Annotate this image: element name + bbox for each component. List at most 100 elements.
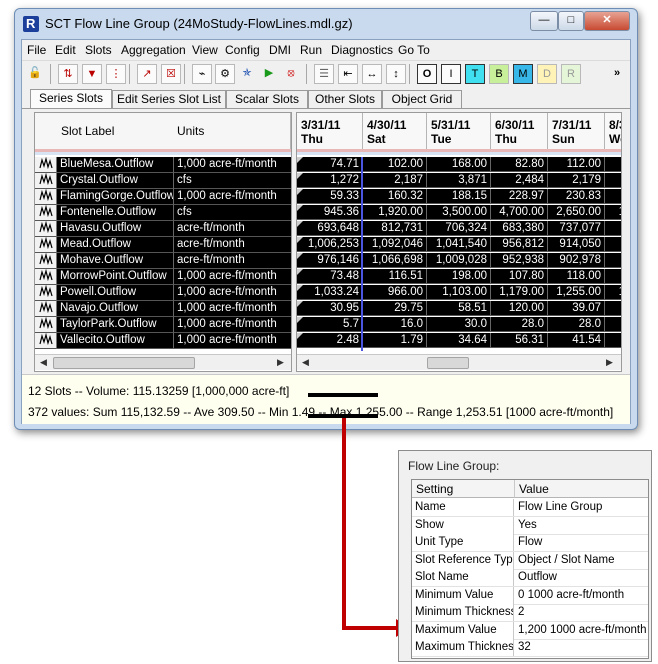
slot-label-cell[interactable]: Fontenelle.Outflow: [57, 205, 173, 221]
slot-row[interactable]: Navajo.Outflow 1,000 acre-ft/month: [35, 301, 291, 317]
columns-icon[interactable]: ☰: [314, 64, 334, 84]
series-value-cell[interactable]: 2,187: [363, 173, 427, 188]
series-value-cell[interactable]: 28.0: [491, 317, 548, 332]
series-value-cell[interactable]: 1.79: [363, 333, 427, 348]
fit-width-icon[interactable]: ⇤: [338, 64, 358, 84]
swap-slots-icon[interactable]: ⇅: [58, 64, 78, 84]
series-value-cell[interactable]: 2,484: [491, 173, 548, 188]
series-value-cell[interactable]: 1,033.24: [297, 285, 363, 300]
scroll-right-icon[interactable]: ▶: [274, 356, 287, 369]
setting-value[interactable]: 0 1000 acre-ft/month: [515, 587, 648, 604]
series-value-cell[interactable]: 188.15: [427, 189, 491, 204]
slot-label-cell[interactable]: TaylorPark.Outflow: [57, 317, 173, 333]
stop-icon[interactable]: ⦻: [282, 64, 300, 82]
menu-config[interactable]: Config: [225, 43, 260, 57]
series-value-cell[interactable]: 631: [605, 221, 621, 236]
units-cell[interactable]: 1,000 acre-ft/month: [173, 269, 291, 285]
series-value-cell[interactable]: 120.00: [491, 301, 548, 316]
date-column-header[interactable]: 4/30/11 Sat: [363, 113, 427, 149]
series-value-cell[interactable]: 160.32: [363, 189, 427, 204]
slot-row[interactable]: FlamingGorge.Outflow 1,000 acre-ft/month: [35, 189, 291, 205]
slot-label-cell[interactable]: Vallecito.Outflow: [57, 333, 173, 349]
plot-icon[interactable]: ⌁: [192, 64, 212, 84]
expand-columns-icon[interactable]: ↔: [362, 64, 382, 84]
series-value-cell[interactable]: 4: [605, 301, 621, 316]
slot-label-cell[interactable]: Havasu.Outflow: [57, 221, 173, 237]
setting-value[interactable]: Object / Slot Name: [515, 552, 648, 569]
close-button[interactable]: ✕: [584, 11, 630, 31]
series-value-cell[interactable]: 3,871: [427, 173, 491, 188]
open-slot-icon[interactable]: ↗: [137, 64, 157, 84]
right-horizontal-scrollbar[interactable]: ◀ ▶: [297, 354, 621, 370]
expand-rows-icon[interactable]: ↕: [386, 64, 406, 84]
scroll-thumb[interactable]: [53, 357, 195, 369]
slot-row[interactable]: Fontenelle.Outflow cfs: [35, 205, 291, 221]
maximize-button[interactable]: □: [558, 11, 584, 31]
setting-value[interactable]: Flow Line Group: [515, 499, 648, 516]
slot-row[interactable]: Havasu.Outflow acre-ft/month: [35, 221, 291, 237]
series-value-cell[interactable]: 41.54: [548, 333, 605, 348]
flag-t-button[interactable]: T: [465, 64, 485, 84]
series-value-cell[interactable]: 5.7: [297, 317, 363, 332]
units-cell[interactable]: cfs: [173, 205, 291, 221]
series-value-cell[interactable]: 914,050: [548, 237, 605, 252]
scroll-thumb[interactable]: [427, 357, 469, 369]
setting-row[interactable]: Name Flow Line Group: [412, 499, 648, 517]
series-value-cell[interactable]: 56.31: [491, 333, 548, 348]
slot-label-cell[interactable]: Mohave.Outflow: [57, 253, 173, 269]
slot-label-cell[interactable]: FlamingGorge.Outflow: [57, 189, 173, 205]
slot-label-cell[interactable]: Crystal.Outflow: [57, 173, 173, 189]
series-value-cell[interactable]: 693,648: [297, 221, 363, 236]
setting-row[interactable]: Unit Type Flow: [412, 534, 648, 552]
series-value-cell[interactable]: 28.0: [548, 317, 605, 332]
series-value-cell[interactable]: 34.64: [427, 333, 491, 348]
series-value-cell[interactable]: 102.00: [363, 157, 427, 172]
series-value-cell[interactable]: [605, 317, 621, 332]
flag-d-button[interactable]: D: [537, 64, 557, 84]
row-select-icon[interactable]: ⋮: [106, 64, 126, 84]
series-value-cell[interactable]: 1,066,698: [363, 253, 427, 268]
lock-icon[interactable]: 🔓: [26, 64, 44, 82]
series-value-cell[interactable]: 58.51: [427, 301, 491, 316]
slot-row[interactable]: Crystal.Outflow cfs: [35, 173, 291, 189]
flag-r-button[interactable]: R: [561, 64, 581, 84]
run-man-icon[interactable]: ✯: [238, 64, 256, 82]
tab-scalar-slots[interactable]: Scalar Slots: [226, 90, 308, 108]
scroll-left-icon[interactable]: ◀: [37, 356, 50, 369]
series-value-cell[interactable]: 956,812: [491, 237, 548, 252]
series-value-cell[interactable]: 812,731: [363, 221, 427, 236]
series-value-cell[interactable]: 1,092,046: [363, 237, 427, 252]
slot-row[interactable]: Mohave.Outflow acre-ft/month: [35, 253, 291, 269]
series-value-cell[interactable]: 59.33: [297, 189, 363, 204]
scroll-right-icon[interactable]: ▶: [603, 356, 616, 369]
series-value-cell[interactable]: 3: [605, 333, 621, 348]
flag-o-button[interactable]: O: [417, 64, 437, 84]
setting-value[interactable]: 2: [515, 604, 648, 621]
setting-row[interactable]: Slot Reference Type Object / Slot Name: [412, 551, 648, 570]
setting-row[interactable]: Maximum Thickness 32: [412, 639, 648, 657]
series-value-cell[interactable]: 1,041,540: [427, 237, 491, 252]
series-value-cell[interactable]: 112.00: [548, 157, 605, 172]
setting-value[interactable]: Yes: [515, 517, 648, 534]
menu-slots[interactable]: Slots: [85, 43, 112, 57]
slot-label-cell[interactable]: Powell.Outflow: [57, 285, 173, 301]
slot-label-cell[interactable]: BlueMesa.Outflow: [57, 157, 173, 173]
series-value-cell[interactable]: 3,500.00: [427, 205, 491, 220]
title-bar[interactable]: R SCT Flow Line Group (24MoStudy-FlowLin…: [15, 9, 637, 39]
series-value-cell[interactable]: 2,650.00: [548, 205, 605, 220]
series-value-cell[interactable]: 73.48: [297, 269, 363, 284]
slot-row[interactable]: Vallecito.Outflow 1,000 acre-ft/month: [35, 333, 291, 349]
series-value-cell[interactable]: 12: [605, 157, 621, 172]
menu-goto[interactable]: Go To: [398, 43, 430, 57]
menu-view[interactable]: View: [192, 43, 218, 57]
series-value-cell[interactable]: 2,179: [548, 173, 605, 188]
series-value-cell[interactable]: 1,70: [605, 205, 621, 220]
units-cell[interactable]: 1,000 acre-ft/month: [173, 285, 291, 301]
units-cell[interactable]: 1,000 acre-ft/month: [173, 333, 291, 349]
series-value-cell[interactable]: 1,272: [297, 173, 363, 188]
series-value-cell[interactable]: 74.71: [297, 157, 363, 172]
series-value-cell[interactable]: 16.0: [363, 317, 427, 332]
menu-run[interactable]: Run: [300, 43, 322, 57]
setting-row[interactable]: Maximum Value 1,200 1000 acre-ft/month: [412, 621, 648, 640]
flag-i-button[interactable]: I: [441, 64, 461, 84]
